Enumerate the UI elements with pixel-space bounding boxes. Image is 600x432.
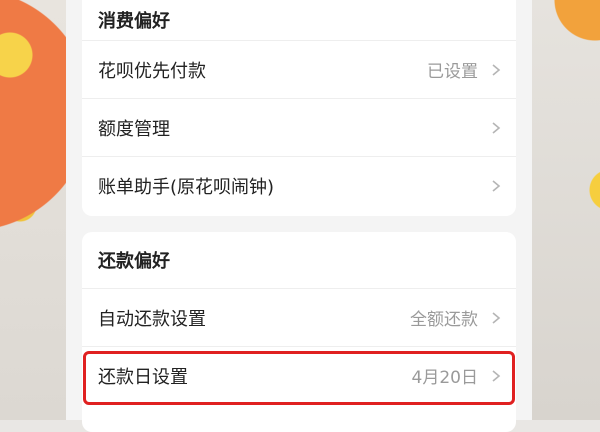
row-label: 自动还款设置 — [98, 308, 206, 330]
repayment-preferences-card: 还款偏好 自动还款设置 全额还款 还款日设置 4月20日 — [82, 232, 516, 432]
chevron-right-icon — [490, 311, 502, 324]
settings-screen: 消费偏好 花呗优先付款 已设置 额度管理 账单助手(原花呗闹钟) 还款偏好 自动… — [66, 0, 532, 432]
row-value: 4月20日 — [411, 368, 478, 388]
bill-assistant-row[interactable]: 账单助手(原花呗闹钟) — [82, 156, 516, 214]
chevron-right-icon — [490, 63, 502, 76]
row-label: 额度管理 — [98, 118, 170, 140]
repayment-date-settings-row[interactable]: 还款日设置 4月20日 — [82, 346, 516, 404]
chevron-right-icon — [490, 179, 502, 192]
auto-repayment-settings-row[interactable]: 自动还款设置 全额还款 — [82, 288, 516, 346]
consumption-preferences-card: 消费偏好 花呗优先付款 已设置 额度管理 账单助手(原花呗闹钟) — [82, 0, 516, 216]
row-label: 账单助手(原花呗闹钟) — [98, 176, 275, 198]
row-value: 全额还款 — [410, 310, 478, 330]
row-label: 还款日设置 — [98, 366, 188, 388]
row-value: 已设置 — [427, 62, 478, 82]
credit-limit-management-row[interactable]: 额度管理 — [82, 98, 516, 156]
chevron-right-icon — [490, 121, 502, 134]
huabei-priority-payment-row[interactable]: 花呗优先付款 已设置 — [82, 40, 516, 98]
consumption-preferences-title: 消费偏好 — [98, 11, 170, 32]
repayment-preferences-title: 还款偏好 — [98, 251, 170, 272]
orange-photo-right-decoration — [520, 0, 600, 420]
row-label: 花呗优先付款 — [98, 60, 206, 82]
chevron-right-icon — [490, 369, 502, 382]
